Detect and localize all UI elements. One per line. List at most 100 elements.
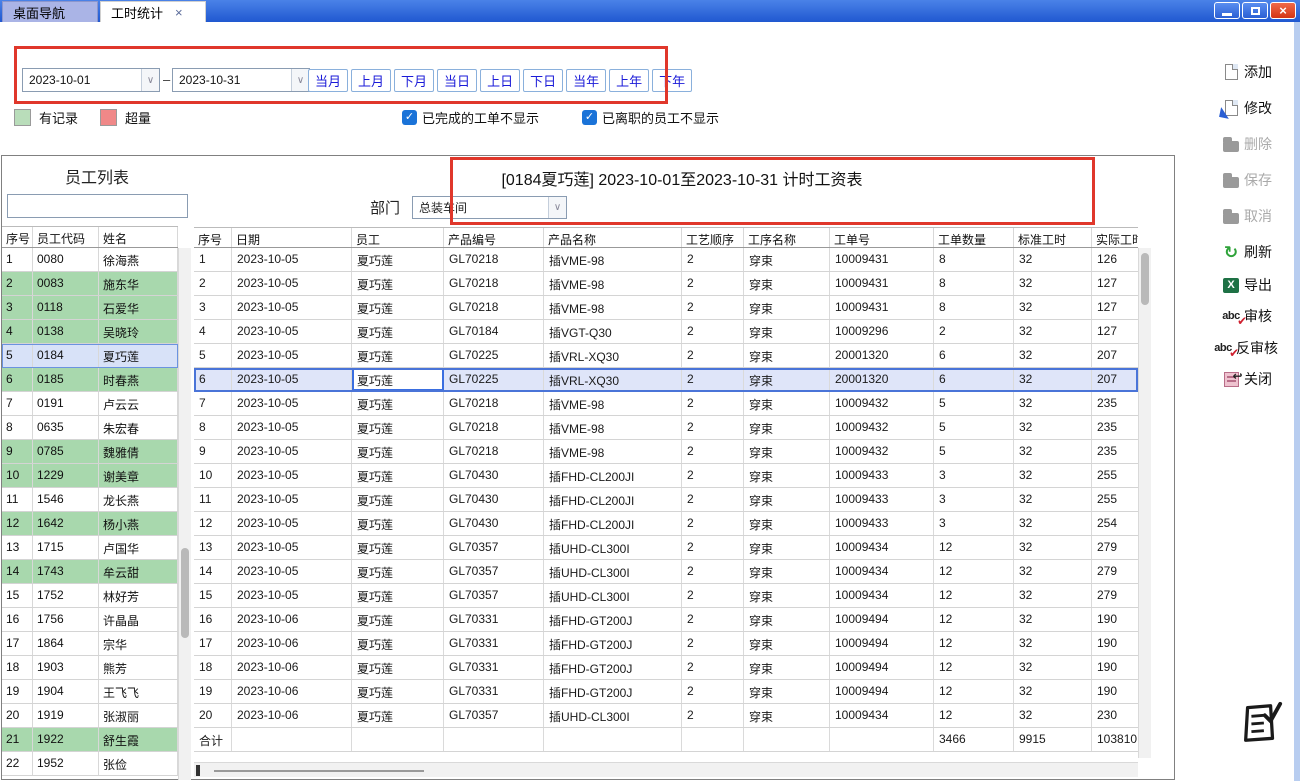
report-cell[interactable]: 254 [1092, 512, 1138, 535]
report-cell[interactable]: 10009432 [830, 392, 934, 415]
report-cell[interactable]: GL70430 [444, 512, 544, 535]
employee-row[interactable]: 201919张淑丽 [2, 704, 178, 728]
report-cell[interactable]: 夏巧莲 [352, 392, 444, 415]
report-cell[interactable]: 32 [1014, 392, 1092, 415]
report-cell[interactable]: 2023-10-06 [232, 656, 352, 679]
employee-list-scrollbar[interactable] [178, 248, 191, 780]
report-cell[interactable]: 5 [934, 440, 1014, 463]
report-cell[interactable]: 2 [682, 656, 744, 679]
report-row[interactable]: 112023-10-05夏巧莲GL70430插FHD-CL200JI2穿束100… [194, 488, 1138, 512]
employee-row[interactable]: 20083施东华 [2, 272, 178, 296]
report-cell[interactable]: 2023-10-06 [232, 608, 352, 631]
report-cell[interactable]: 190 [1092, 656, 1138, 679]
report-cell[interactable]: GL70218 [444, 248, 544, 271]
report-cell[interactable]: 2023-10-05 [232, 464, 352, 487]
minimize-button[interactable] [1214, 2, 1240, 19]
quick-range-button[interactable]: 当日 [437, 69, 477, 92]
report-cell[interactable]: 穿束 [744, 320, 830, 343]
report-cell[interactable]: 夏巧莲 [352, 272, 444, 295]
report-cell[interactable]: 12 [934, 536, 1014, 559]
report-cell[interactable]: 10009431 [830, 272, 934, 295]
employee-row[interactable]: 181903熊芳 [2, 656, 178, 680]
report-cell[interactable]: 279 [1092, 560, 1138, 583]
report-cell[interactable]: 10009431 [830, 248, 934, 271]
report-row[interactable]: 162023-10-06夏巧莲GL70331插FHD-GT200J2穿束1000… [194, 608, 1138, 632]
report-cell[interactable]: 32 [1014, 560, 1092, 583]
report-cell[interactable]: 插FHD-GT200J [544, 632, 682, 655]
report-cell[interactable]: 穿束 [744, 440, 830, 463]
report-cell[interactable]: 插UHD-CL300I [544, 584, 682, 607]
report-cell[interactable]: 2 [682, 368, 744, 391]
date-from-combobox[interactable]: 2023-10-01 ∨ [22, 68, 160, 92]
sidebar-button-add-document[interactable]: 添加 [1222, 62, 1272, 82]
report-cell[interactable]: 32 [1014, 512, 1092, 535]
report-cell[interactable]: 穿束 [744, 488, 830, 511]
report-cell[interactable]: 207 [1092, 344, 1138, 367]
report-cell[interactable]: 夏巧莲 [352, 704, 444, 727]
report-cell[interactable]: 10009434 [830, 584, 934, 607]
report-row[interactable]: 172023-10-06夏巧莲GL70331插FHD-GT200J2穿束1000… [194, 632, 1138, 656]
report-row[interactable]: 22023-10-05夏巧莲GL70218插VME-982穿束100094318… [194, 272, 1138, 296]
report-cell[interactable]: 插VRL-XQ30 [544, 344, 682, 367]
report-cell[interactable]: 夏巧莲 [352, 488, 444, 511]
report-cell[interactable]: 插FHD-CL200JI [544, 488, 682, 511]
chevron-down-icon[interactable]: ∨ [548, 197, 566, 218]
report-cell[interactable]: 2 [682, 560, 744, 583]
report-cell[interactable]: 32 [1014, 536, 1092, 559]
report-cell[interactable]: GL70357 [444, 536, 544, 559]
report-cell[interactable]: GL70331 [444, 680, 544, 703]
report-row[interactable]: 72023-10-05夏巧莲GL70218插VME-982穿束100094325… [194, 392, 1138, 416]
hide-completed-orders-checkbox[interactable]: ✓ 已完成的工单不显示 [402, 108, 539, 127]
report-cell[interactable]: 190 [1092, 608, 1138, 631]
report-cell[interactable]: 穿束 [744, 608, 830, 631]
report-cell[interactable]: 2023-10-05 [232, 584, 352, 607]
report-cell[interactable]: 2 [194, 272, 232, 295]
report-cell[interactable]: 32 [1014, 344, 1092, 367]
report-cell[interactable]: 穿束 [744, 536, 830, 559]
report-cell[interactable]: 3 [934, 464, 1014, 487]
report-cell[interactable]: 10009433 [830, 464, 934, 487]
report-cell[interactable]: 20 [194, 704, 232, 727]
report-cell[interactable]: 190 [1092, 680, 1138, 703]
tab-work-hours-statistics[interactable]: 工时统计 × [100, 1, 206, 22]
report-cell[interactable]: 夏巧莲 [352, 320, 444, 343]
report-cell[interactable]: 穿束 [744, 704, 830, 727]
report-cell[interactable]: 2 [682, 704, 744, 727]
report-cell[interactable]: 10009433 [830, 488, 934, 511]
report-cell[interactable]: 穿束 [744, 392, 830, 415]
report-cell[interactable]: 32 [1014, 632, 1092, 655]
report-cell[interactable]: 12 [934, 608, 1014, 631]
report-cell[interactable]: 18 [194, 656, 232, 679]
scrollbar-thumb[interactable] [214, 770, 424, 772]
report-cell[interactable]: GL70331 [444, 632, 544, 655]
employee-row[interactable]: 80635朱宏春 [2, 416, 178, 440]
report-cell[interactable]: 235 [1092, 392, 1138, 415]
report-cell[interactable]: 32 [1014, 656, 1092, 679]
report-cell[interactable]: 穿束 [744, 584, 830, 607]
report-cell[interactable]: 2 [934, 320, 1014, 343]
report-cell[interactable]: 5 [934, 416, 1014, 439]
report-cell[interactable]: 夏巧莲 [352, 344, 444, 367]
report-cell[interactable]: 2 [682, 320, 744, 343]
report-cell[interactable]: 20001320 [830, 368, 934, 391]
report-cell[interactable]: 夏巧莲 [352, 464, 444, 487]
report-cell[interactable]: 穿束 [744, 560, 830, 583]
report-cell[interactable]: 夏巧莲 [352, 560, 444, 583]
report-cell[interactable]: 2023-10-05 [232, 248, 352, 271]
report-row[interactable]: 122023-10-05夏巧莲GL70430插FHD-CL200JI2穿束100… [194, 512, 1138, 536]
quick-range-button[interactable]: 下年 [652, 69, 692, 92]
report-cell[interactable]: 9 [194, 440, 232, 463]
report-cell[interactable]: 2 [682, 584, 744, 607]
report-row[interactable]: 182023-10-06夏巧莲GL70331插FHD-GT200J2穿束1000… [194, 656, 1138, 680]
report-cell[interactable]: 10009434 [830, 704, 934, 727]
report-cell[interactable]: GL70430 [444, 488, 544, 511]
report-cell[interactable]: 32 [1014, 368, 1092, 391]
report-cell[interactable]: 2023-10-05 [232, 536, 352, 559]
employee-row[interactable]: 40138吴晓玲 [2, 320, 178, 344]
report-cell[interactable]: 穿束 [744, 296, 830, 319]
report-cell[interactable]: 插VGT-Q30 [544, 320, 682, 343]
report-cell[interactable]: 2 [682, 248, 744, 271]
date-to-combobox[interactable]: 2023-10-31 ∨ [172, 68, 310, 92]
report-cell[interactable]: 190 [1092, 632, 1138, 655]
report-cell[interactable]: 2023-10-05 [232, 320, 352, 343]
